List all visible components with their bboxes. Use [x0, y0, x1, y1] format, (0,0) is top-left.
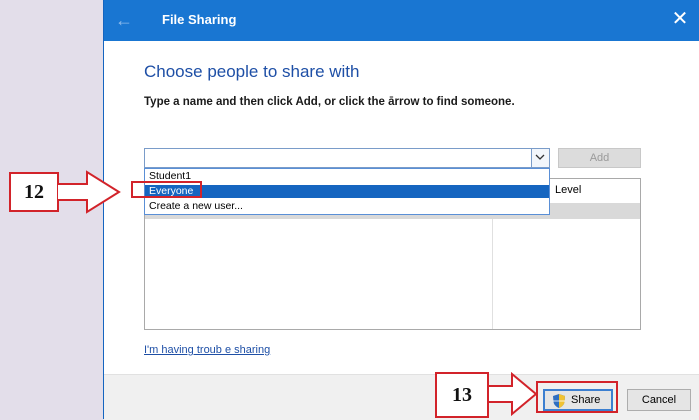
dropdown-item-everyone[interactable]: Everyone — [145, 185, 549, 198]
step-13-arrow-icon — [488, 372, 538, 416]
back-arrow-icon[interactable]: ← — [114, 9, 134, 31]
trouble-sharing-link[interactable]: I'm having troub e sharing — [144, 344, 270, 356]
instruction-text: Type a name and then click Add, or click… — [144, 96, 515, 108]
step-12-label: 12 — [9, 172, 59, 212]
window-title: File Sharing — [162, 12, 237, 27]
step-13-label: 13 — [435, 372, 489, 418]
column-header-level: Level — [555, 184, 582, 196]
name-combobox[interactable] — [144, 148, 550, 168]
chevron-down-icon — [535, 154, 545, 160]
name-dropdown-list[interactable]: Student1 Everyone Create a new user... — [144, 168, 550, 215]
step-12-arrow-icon — [57, 170, 121, 214]
file-sharing-window: ← File Sharing ✕ Choose people to share … — [103, 0, 699, 420]
everyone-highlight-box — [131, 181, 202, 198]
cancel-button[interactable]: Cancel — [627, 389, 691, 411]
close-icon[interactable]: ✕ — [669, 8, 691, 30]
dialog-footer: Share Cancel — [104, 374, 699, 420]
page-heading: Choose people to share with — [144, 62, 360, 81]
dropdown-arrow-button[interactable] — [531, 149, 549, 167]
dropdown-item-create-user[interactable]: Create a new user... — [145, 200, 549, 213]
dropdown-item-student1[interactable]: Student1 — [145, 170, 549, 183]
share-highlight-box — [536, 381, 618, 413]
title-bar: ← File Sharing ✕ — [104, 0, 699, 41]
add-button[interactable]: Add — [558, 148, 641, 168]
